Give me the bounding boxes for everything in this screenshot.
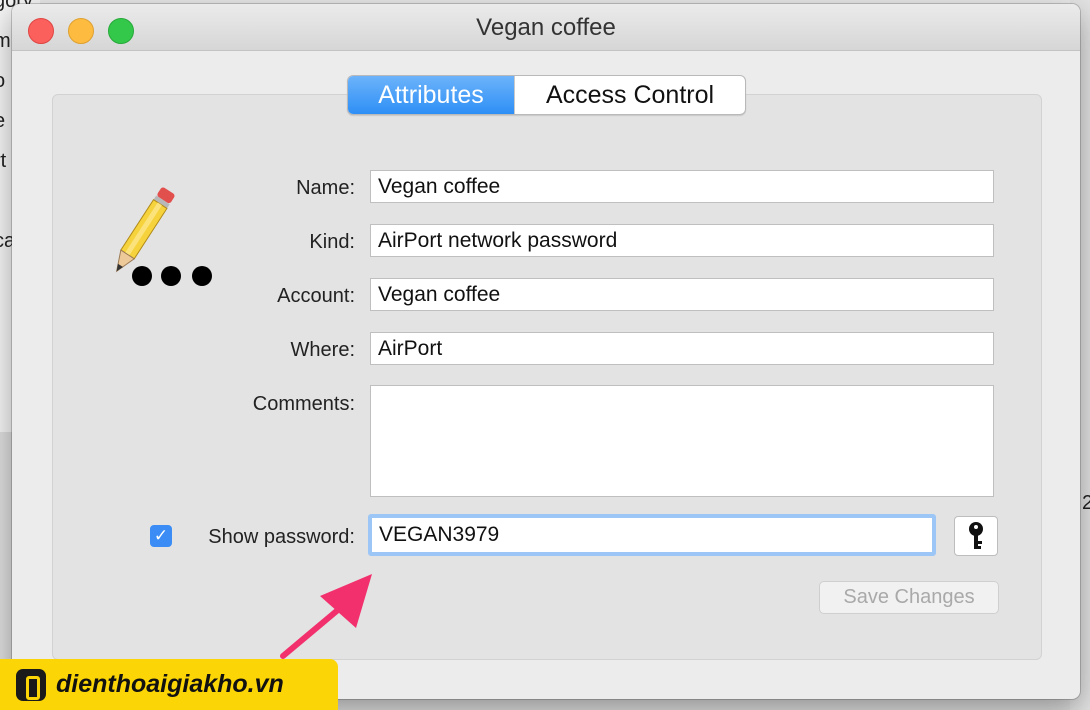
annotation-arrow-icon — [280, 574, 372, 659]
watermark-logo-icon — [16, 668, 46, 701]
watermark-banner: dienthoaigiakho.vn — [0, 659, 338, 710]
watermark-text: dienthoaigiakho.vn — [56, 670, 284, 698]
